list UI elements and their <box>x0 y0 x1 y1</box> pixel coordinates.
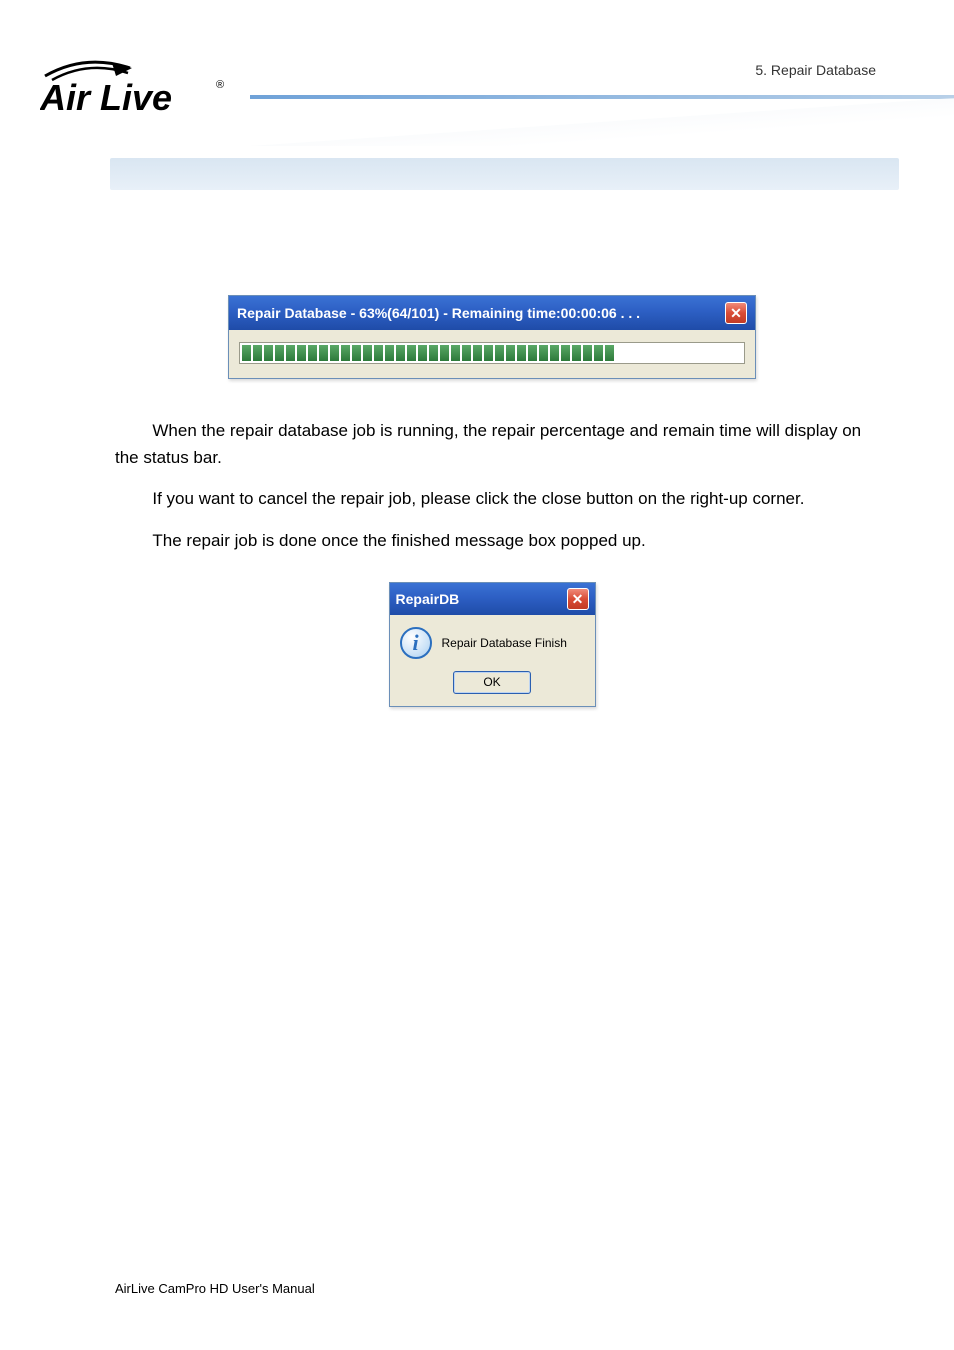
progress-segment <box>550 345 559 361</box>
progress-segment <box>352 345 361 361</box>
chapter-label: 5. Repair Database <box>755 62 876 78</box>
close-button[interactable]: ✕ <box>567 588 589 610</box>
dialog-buttons: OK <box>390 665 595 706</box>
dialog-message: Repair Database Finish <box>442 636 567 650</box>
progress-segment <box>583 345 592 361</box>
progress-segment <box>374 345 383 361</box>
dialog-titlebar: RepairDB ✕ <box>390 583 595 615</box>
repair-finish-dialog: RepairDB ✕ i Repair Database Finish OK <box>389 582 596 707</box>
progress-segment <box>506 345 515 361</box>
progress-segment <box>286 345 295 361</box>
ok-button[interactable]: OK <box>453 671 531 694</box>
progress-segment <box>594 345 603 361</box>
dialog-title-text: Repair Database - 63%(64/101) - Remainin… <box>237 305 640 321</box>
progress-segment <box>561 345 570 361</box>
header-stripe <box>250 95 954 99</box>
progress-segment <box>275 345 284 361</box>
body-paragraph: If you want to cancel the repair job, pl… <box>115 485 869 512</box>
progress-segment <box>253 345 262 361</box>
progress-segment <box>363 345 372 361</box>
svg-text:Air Live: Air Live <box>40 77 172 118</box>
progress-segment <box>242 345 251 361</box>
airlive-logo: Air Live ® <box>40 48 230 120</box>
header-swoosh <box>250 98 954 146</box>
dialog-body: i Repair Database Finish <box>390 615 595 665</box>
body-paragraph: When the repair database job is running,… <box>115 417 869 471</box>
section-band <box>110 158 899 190</box>
progress-segment <box>418 345 427 361</box>
dialog-body <box>229 330 755 378</box>
page-header: Air Live ® 5. Repair Database <box>0 0 954 155</box>
progress-segment <box>539 345 548 361</box>
progress-segment <box>341 345 350 361</box>
progress-segment <box>473 345 482 361</box>
progress-segment <box>605 345 614 361</box>
progress-segment <box>330 345 339 361</box>
progress-segment <box>297 345 306 361</box>
progress-segment <box>495 345 504 361</box>
close-button[interactable]: ✕ <box>725 302 747 324</box>
svg-text:®: ® <box>216 79 224 91</box>
progress-segment <box>517 345 526 361</box>
body-paragraph: The repair job is done once the finished… <box>115 527 869 554</box>
progress-segment <box>440 345 449 361</box>
progress-segment <box>451 345 460 361</box>
progress-segment <box>308 345 317 361</box>
progress-segment <box>429 345 438 361</box>
progress-segment <box>319 345 328 361</box>
dialog-titlebar: Repair Database - 63%(64/101) - Remainin… <box>229 296 755 330</box>
info-icon: i <box>400 627 432 659</box>
repair-progress-dialog: Repair Database - 63%(64/101) - Remainin… <box>228 295 756 379</box>
progress-segment <box>484 345 493 361</box>
progress-segment <box>264 345 273 361</box>
progress-segment <box>528 345 537 361</box>
progress-segment <box>572 345 581 361</box>
dialog-title-text: RepairDB <box>396 591 460 607</box>
progress-segment <box>407 345 416 361</box>
progress-segment <box>385 345 394 361</box>
page-footer: AirLive CamPro HD User's Manual <box>115 1281 315 1296</box>
progress-bar <box>239 342 745 364</box>
page-content: Repair Database - 63%(64/101) - Remainin… <box>115 295 869 707</box>
progress-segment <box>396 345 405 361</box>
progress-segment <box>462 345 471 361</box>
